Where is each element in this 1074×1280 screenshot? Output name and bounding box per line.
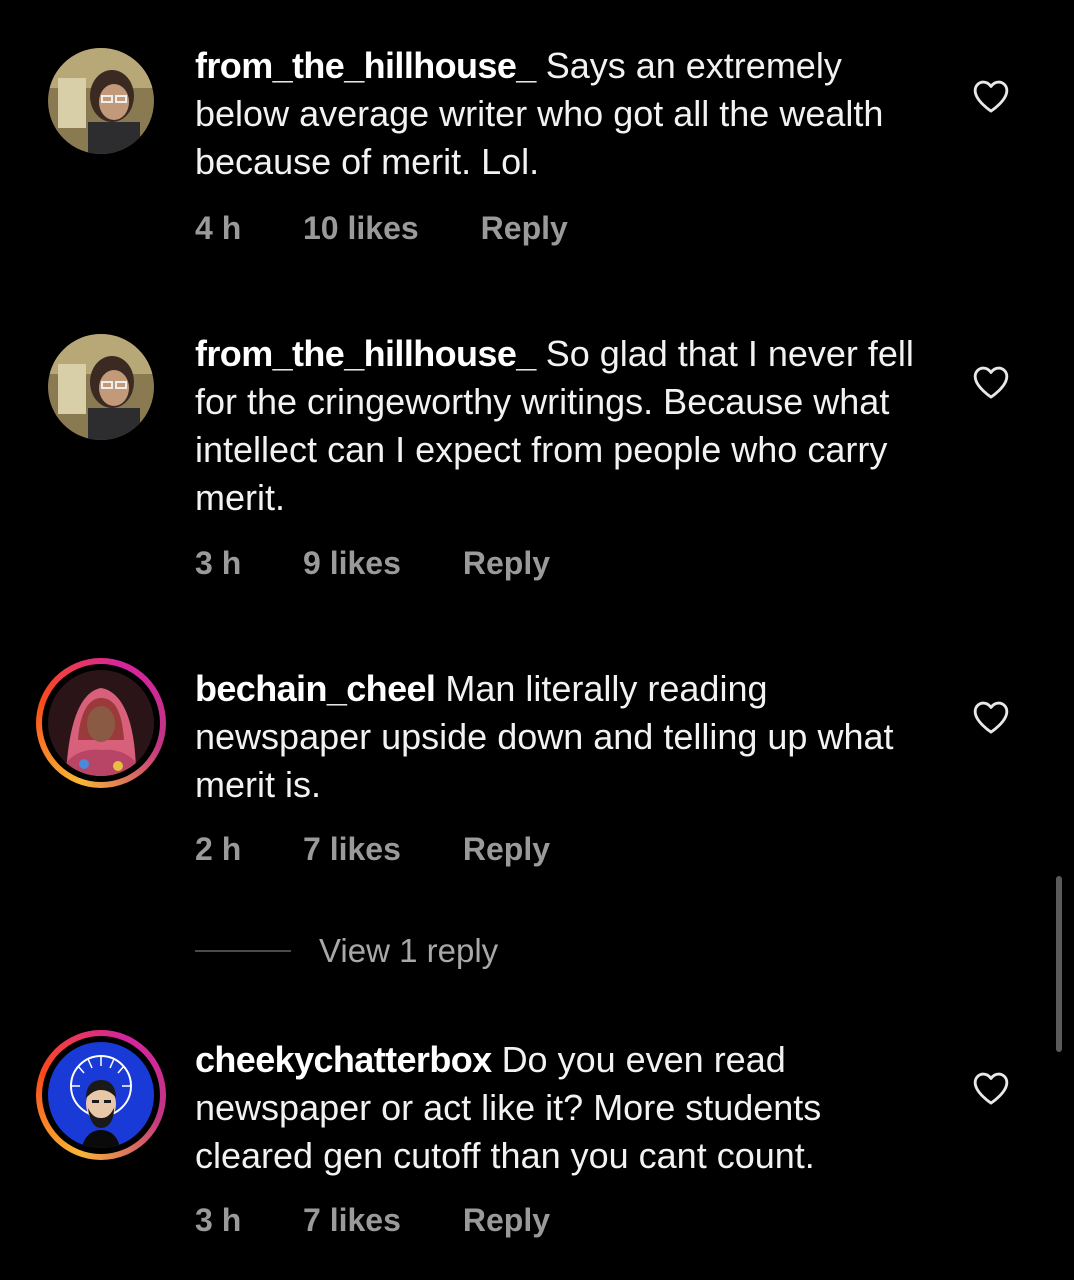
- reply-button[interactable]: Reply: [481, 210, 568, 247]
- story-ring[interactable]: [36, 1030, 166, 1160]
- comment-meta: 2 h 7 likes Reply: [195, 831, 550, 868]
- heart-outline-icon[interactable]: [972, 364, 1010, 400]
- comment-username[interactable]: from_the_hillhouse_: [195, 45, 536, 86]
- comment-likes[interactable]: 10 likes: [303, 210, 419, 247]
- heart-outline-icon[interactable]: [972, 78, 1010, 114]
- comment-time: 3 h: [195, 1202, 242, 1238]
- avatar-photo: [48, 48, 154, 154]
- avatar-photo: [48, 670, 154, 776]
- view-replies-divider: [195, 950, 291, 952]
- comment-likes[interactable]: 9 likes: [303, 545, 401, 582]
- scrollbar[interactable]: [1056, 876, 1062, 1052]
- reply-button[interactable]: Reply: [463, 1202, 550, 1239]
- comment-likes[interactable]: 7 likes: [303, 1202, 401, 1239]
- comment-time: 3 h: [195, 545, 242, 581]
- view-replies-label: View 1 reply: [319, 932, 499, 969]
- reply-button[interactable]: Reply: [463, 831, 550, 868]
- comment-likes[interactable]: 7 likes: [303, 831, 401, 868]
- comment-username[interactable]: from_the_hillhouse_: [195, 333, 536, 374]
- comment-body: bechain_cheel Man literally reading news…: [195, 665, 935, 809]
- heart-outline-icon[interactable]: [972, 699, 1010, 735]
- comment-time: 2 h: [195, 831, 242, 867]
- avatar[interactable]: [48, 48, 154, 154]
- comment-meta: 4 h 10 likes Reply: [195, 210, 568, 247]
- comment-username[interactable]: cheekychatterbox: [195, 1039, 492, 1080]
- avatar-photo: [48, 1042, 154, 1148]
- story-ring[interactable]: [36, 658, 166, 788]
- heart-outline-icon[interactable]: [972, 1070, 1010, 1106]
- comment-body: from_the_hillhouse_ Says an extremely be…: [195, 42, 935, 186]
- reply-button[interactable]: Reply: [463, 545, 550, 582]
- avatar[interactable]: [48, 334, 154, 440]
- comment-body: from_the_hillhouse_ So glad that I never…: [195, 330, 935, 522]
- comment-username[interactable]: bechain_cheel: [195, 668, 436, 709]
- avatar-photo: [48, 334, 154, 440]
- comment-meta: 3 h 9 likes Reply: [195, 545, 550, 582]
- comment-meta: 3 h 7 likes Reply: [195, 1202, 550, 1239]
- comment-body: cheekychatterbox Do you even read newspa…: [195, 1036, 935, 1180]
- comment-time: 4 h: [195, 210, 242, 246]
- view-replies-button[interactable]: View 1 reply: [195, 932, 498, 970]
